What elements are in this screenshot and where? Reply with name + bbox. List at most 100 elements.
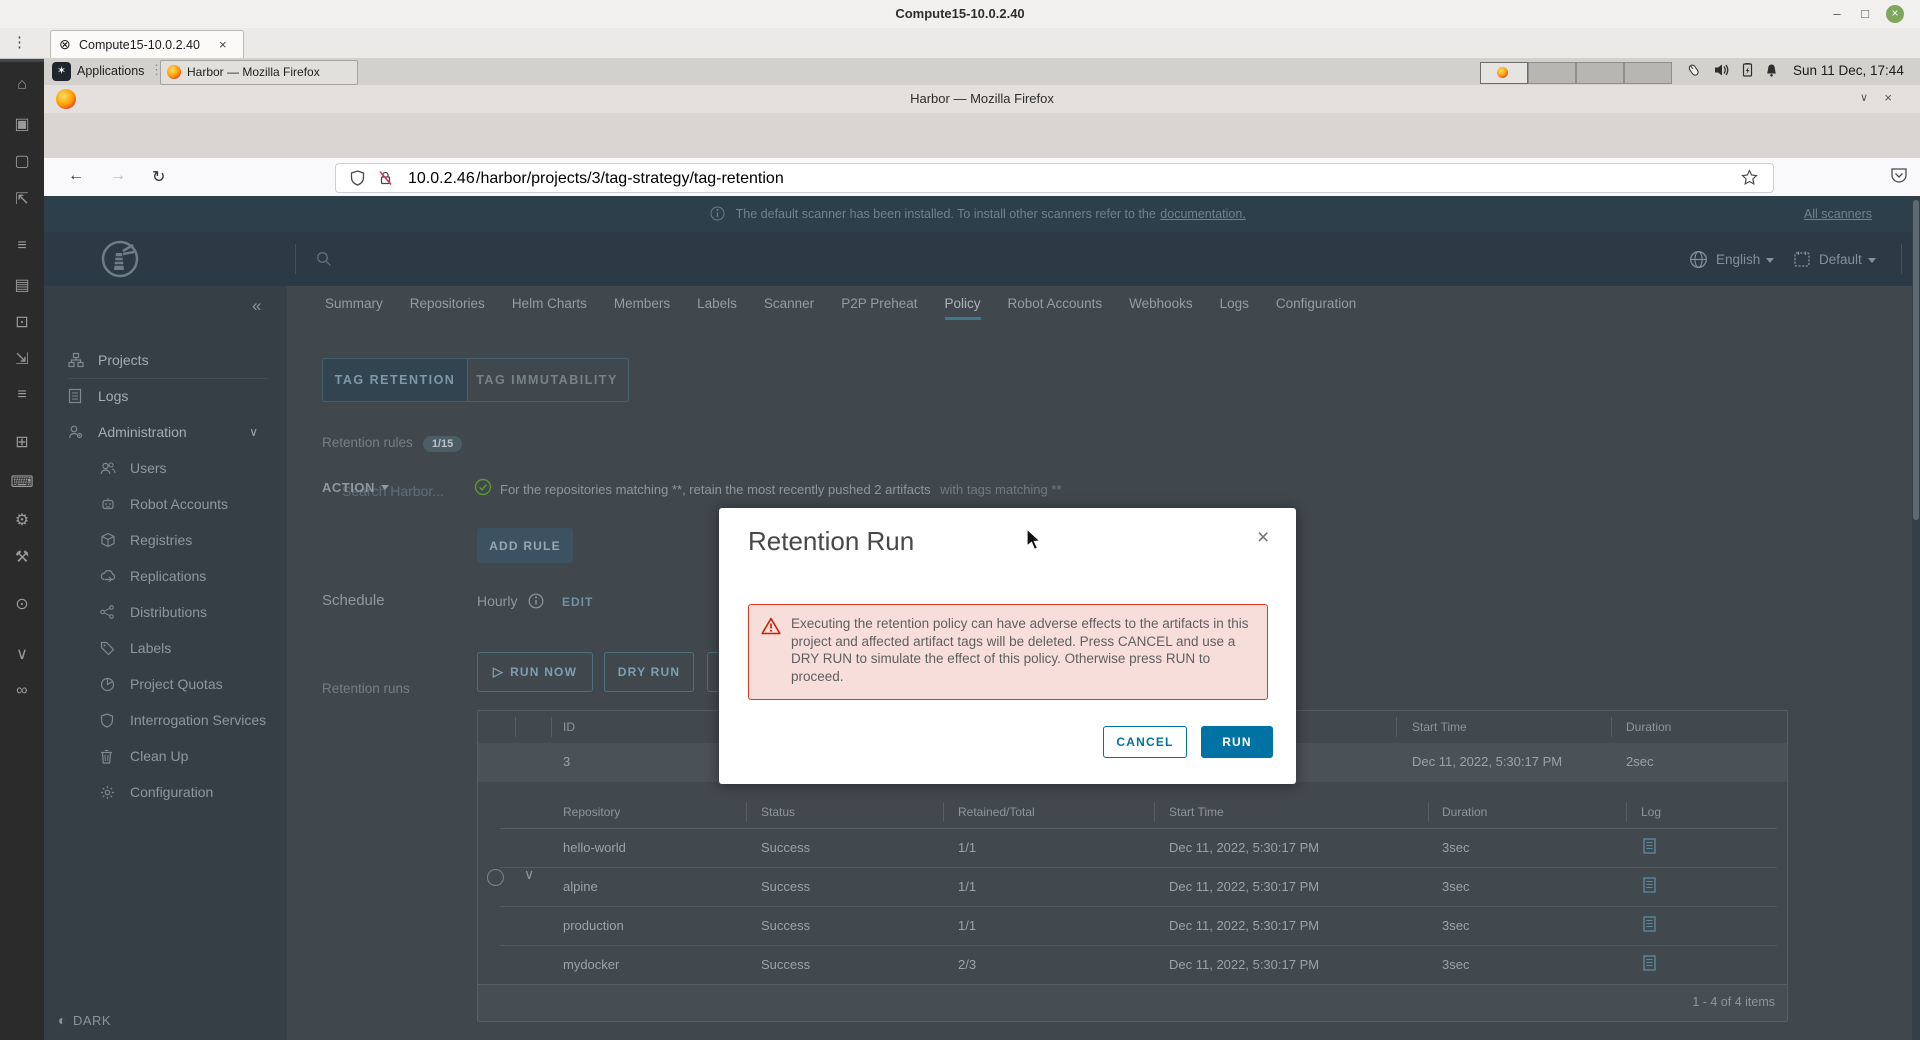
viewer-tools-icon[interactable]: ⚒: [0, 547, 44, 567]
sidebar-item-users[interactable]: Users: [100, 450, 167, 486]
sidebar-item-interrogation-services[interactable]: Interrogation Services: [100, 702, 266, 738]
viewer-camera-icon[interactable]: ⊙: [0, 594, 44, 614]
battery-icon[interactable]: [1740, 63, 1755, 77]
tab-logs[interactable]: Logs: [1220, 296, 1249, 320]
dark-mode-toggle[interactable]: ◐DARK: [58, 1012, 111, 1028]
clock: Sun 11 Dec, 17:44: [1793, 63, 1904, 78]
input-device-icon[interactable]: [1686, 63, 1701, 78]
viewer-monitor-icon[interactable]: ▤: [0, 275, 44, 295]
run-radio-button[interactable]: [487, 869, 504, 886]
viewer-window-icon[interactable]: ▢: [0, 151, 44, 171]
titlebar-close-icon[interactable]: ×: [1884, 90, 1892, 105]
warning-text: Executing the retention policy can have …: [791, 615, 1255, 689]
viewer-screenshot-icon[interactable]: ▣: [0, 114, 44, 134]
workspace-3[interactable]: [1576, 62, 1624, 84]
harbor-logo[interactable]: [100, 239, 140, 279]
log-icon[interactable]: [1643, 916, 1656, 932]
edit-schedule-button[interactable]: EDIT: [562, 595, 593, 609]
log-icon[interactable]: [1643, 955, 1656, 971]
dry-run-button[interactable]: DRY RUN: [604, 652, 694, 692]
notifications-bell-icon[interactable]: [1764, 63, 1779, 78]
tab-robot-accounts[interactable]: Robot Accounts: [1008, 296, 1103, 320]
run-now-button[interactable]: ▷RUN NOW: [477, 652, 593, 692]
theme-menu[interactable]: Default: [1819, 252, 1876, 267]
sidebar-item-project-quotas[interactable]: Project Quotas: [100, 666, 223, 702]
workspace-4[interactable]: [1624, 62, 1672, 84]
tag-retention-tab[interactable]: TAG RETENTION: [322, 358, 468, 402]
sidebar-item-label: Logs: [98, 388, 128, 404]
modal-close-icon[interactable]: ×: [1257, 526, 1269, 550]
close-button[interactable]: ×: [1886, 5, 1904, 23]
run-button[interactable]: RUN: [1201, 726, 1273, 758]
viewer-resize-icon[interactable]: ⇲: [0, 349, 44, 369]
applications-menu[interactable]: Applications: [77, 64, 144, 78]
tab-webhooks[interactable]: Webhooks: [1129, 296, 1193, 320]
viewer-menu2-icon[interactable]: ≡: [0, 386, 44, 404]
documentation-link[interactable]: documentation.: [1160, 207, 1245, 221]
sidebar-item-label: Project Quotas: [130, 676, 223, 692]
tab-policy[interactable]: Policy: [945, 296, 981, 320]
sidebar-item-labels[interactable]: Labels: [100, 630, 171, 666]
tab-scanner[interactable]: Scanner: [764, 296, 814, 320]
log-icon[interactable]: [1643, 838, 1656, 854]
action-dropdown[interactable]: ACTION: [322, 479, 389, 497]
sidebar-item-projects[interactable]: Projects: [68, 342, 268, 379]
tab-p2p-preheat[interactable]: P2P Preheat: [841, 296, 917, 320]
shield-icon[interactable]: [350, 170, 365, 186]
tab-summary[interactable]: Summary: [325, 296, 383, 320]
sidebar-item-administration[interactable]: Administration ∨: [68, 414, 268, 450]
viewer-tab[interactable]: ⊗ Compute15-10.0.2.40 ×: [50, 30, 244, 59]
viewer-windows-icon[interactable]: ⊞: [0, 432, 44, 452]
tab-members[interactable]: Members: [614, 296, 670, 320]
viewer-lines-icon[interactable]: ≡: [0, 237, 44, 255]
viewer-tab-close-icon[interactable]: ×: [219, 37, 227, 52]
back-button[interactable]: ←: [68, 167, 84, 185]
minimize-button[interactable]: –: [1828, 5, 1846, 23]
tab-configuration[interactable]: Configuration: [1276, 296, 1356, 320]
bookmark-star-icon[interactable]: [1741, 169, 1758, 186]
reload-button[interactable]: ↻: [152, 167, 165, 187]
sidebar-item-registries[interactable]: Registries: [100, 522, 192, 558]
viewer-menu-icon[interactable]: ⋮: [12, 33, 27, 51]
scrollbar-track[interactable]: [1912, 196, 1920, 1040]
sidebar-item-robot-accounts[interactable]: Robot Accounts: [100, 486, 228, 522]
applications-logo-icon[interactable]: ✶: [52, 62, 71, 81]
viewer-settings-icon[interactable]: ⚙: [0, 510, 44, 530]
workspace-1[interactable]: [1480, 62, 1528, 84]
viewer-keyboard-icon[interactable]: ⌨: [0, 472, 44, 492]
cancel-button[interactable]: CANCEL: [1103, 726, 1187, 758]
titlebar-chevron-icon[interactable]: ∨: [1860, 91, 1868, 104]
lock-insecure-icon[interactable]: [378, 170, 393, 186]
volume-icon[interactable]: [1714, 62, 1730, 78]
taskbar-window-button[interactable]: Harbor — Mozilla Firefox: [160, 60, 358, 85]
language-menu[interactable]: English: [1716, 252, 1774, 267]
save-to-pocket-icon[interactable]: [1890, 166, 1908, 184]
url-bar[interactable]: 10.0.2.46 /harbor/projects/3/tag-strateg…: [335, 163, 1774, 193]
workspace-2[interactable]: [1528, 62, 1576, 84]
viewer-zoom-icon[interactable]: ⊡: [0, 312, 44, 332]
add-rule-button[interactable]: ADD RULE: [477, 528, 573, 563]
schedule-info-icon[interactable]: [528, 593, 544, 609]
log-icon[interactable]: [1643, 877, 1656, 893]
action-label: ACTION: [322, 480, 375, 495]
sidebar-item-configuration[interactable]: Configuration: [100, 774, 213, 810]
viewer-link-icon[interactable]: ∞: [0, 682, 44, 700]
scrollbar-thumb[interactable]: [1913, 200, 1919, 520]
sidebar-item-logs[interactable]: Logs: [68, 378, 128, 414]
viewer-home-icon[interactable]: ⌂: [0, 76, 44, 94]
sidebar-item-distributions[interactable]: Distributions: [100, 594, 207, 630]
tab-repositories[interactable]: Repositories: [410, 296, 485, 320]
maximize-button[interactable]: □: [1856, 5, 1874, 23]
tab-labels[interactable]: Labels: [697, 296, 737, 320]
viewer-chevron-down-icon[interactable]: ∨: [0, 644, 44, 664]
moon-icon: ◐: [58, 1012, 67, 1028]
all-scanners-link[interactable]: All scanners: [1804, 207, 1872, 221]
viewer-fullscreen-icon[interactable]: ⇱: [0, 189, 44, 209]
tag-immutability-tab[interactable]: TAG IMMUTABILITY: [466, 358, 629, 402]
sidebar-collapse-button[interactable]: «: [252, 296, 261, 316]
sidebar-item-replications[interactable]: Replications: [100, 558, 206, 594]
sidebar-item-clean-up[interactable]: Clean Up: [100, 738, 188, 774]
forward-button[interactable]: →: [110, 167, 126, 185]
collapse-row-chevron-icon[interactable]: ∨: [524, 866, 534, 883]
tab-helm-charts[interactable]: Helm Charts: [512, 296, 587, 320]
